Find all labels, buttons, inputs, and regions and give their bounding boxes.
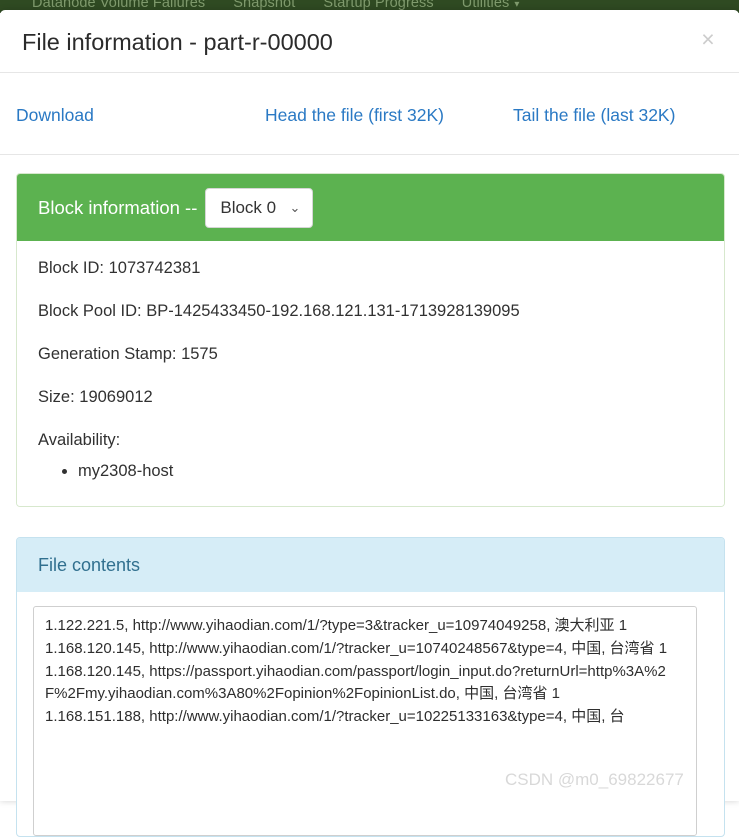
- head-file-link[interactable]: Head the file (first 32K): [265, 105, 444, 126]
- availability-host-list: my2308-host: [38, 460, 703, 484]
- close-icon[interactable]: ×: [693, 24, 723, 54]
- block-information-header: Block information -- Block 0 ⌄: [17, 174, 724, 241]
- block-selector-wrap: Block 0 ⌄: [205, 187, 314, 228]
- size-line: Size: 19069012: [38, 388, 153, 406]
- list-item: my2308-host: [78, 460, 703, 484]
- file-contents-textarea[interactable]: 1.122.221.5, http://www.yihaodian.com/1/…: [33, 606, 697, 836]
- block-select[interactable]: Block 0: [205, 187, 314, 228]
- page-title: File information - part-r-00000: [22, 29, 333, 55]
- availability-label: Availability:: [38, 431, 121, 449]
- block-information-body: Block ID: 1073742381 Block Pool ID: BP-1…: [17, 241, 724, 506]
- chevron-down-icon: ▾: [514, 0, 520, 10]
- file-contents-body: 1.122.221.5, http://www.yihaodian.com/1/…: [17, 592, 724, 836]
- file-information-modal: File information - part-r-00000 × Downlo…: [0, 10, 739, 837]
- file-contents-header: File contents: [17, 538, 724, 592]
- file-contents-title: File contents: [38, 554, 141, 575]
- block-information-panel: Block information -- Block 0 ⌄ Block ID:…: [16, 173, 725, 507]
- file-actions-bar: Download Head the file (first 32K) Tail …: [0, 73, 739, 155]
- generation-stamp-line: Generation Stamp: 1575: [38, 345, 218, 363]
- file-contents-panel: File contents 1.122.221.5, http://www.yi…: [16, 537, 725, 837]
- block-pool-id-line: Block Pool ID: BP-1425433450-192.168.121…: [38, 302, 520, 320]
- block-id-line: Block ID: 1073742381: [38, 259, 201, 277]
- tail-file-link[interactable]: Tail the file (last 32K): [513, 105, 675, 126]
- download-link[interactable]: Download: [16, 105, 94, 126]
- block-information-title: Block information --: [38, 196, 198, 218]
- modal-header: File information - part-r-00000 ×: [0, 10, 739, 73]
